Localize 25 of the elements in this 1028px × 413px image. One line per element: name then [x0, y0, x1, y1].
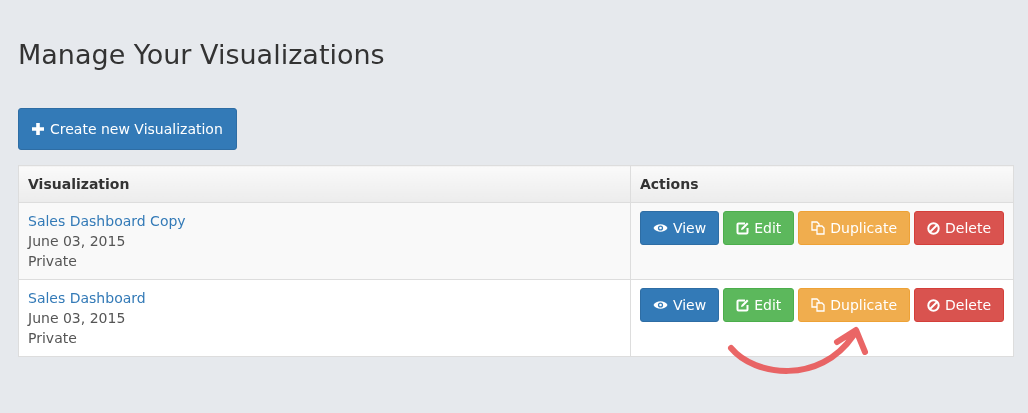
plus-icon	[32, 123, 44, 135]
column-header: Visualization	[18, 165, 631, 203]
ban-icon	[927, 221, 940, 235]
delete-button[interactable]: Delete	[914, 288, 1004, 322]
eye-icon	[652, 300, 668, 310]
visibility-text: Private	[28, 329, 78, 348]
date-text: June 03, 2015	[28, 309, 127, 328]
delete-button[interactable]: Delete	[914, 211, 1004, 245]
visualization-link[interactable]: Sales Dashboard Copy	[28, 211, 621, 231]
visualization-link[interactable]: Sales Dashboard	[28, 288, 621, 308]
edit-button[interactable]: Edit	[723, 288, 795, 322]
view-button[interactable]: View	[639, 211, 720, 245]
copy-icon	[811, 298, 826, 312]
eye-icon	[652, 223, 668, 233]
edit-icon	[736, 221, 750, 235]
view-button[interactable]: View	[639, 288, 720, 322]
page-title: Manage Your Visualizations	[18, 38, 386, 72]
edit-icon	[736, 298, 750, 312]
copy-icon	[811, 221, 826, 235]
create-button[interactable]: Create new Visualization	[18, 108, 237, 150]
visibility-text: Private	[28, 252, 78, 271]
edit-button[interactable]: Edit	[723, 211, 795, 245]
ban-icon	[927, 298, 940, 312]
column-header: Actions	[630, 165, 1014, 203]
date-text: June 03, 2015	[28, 232, 127, 251]
